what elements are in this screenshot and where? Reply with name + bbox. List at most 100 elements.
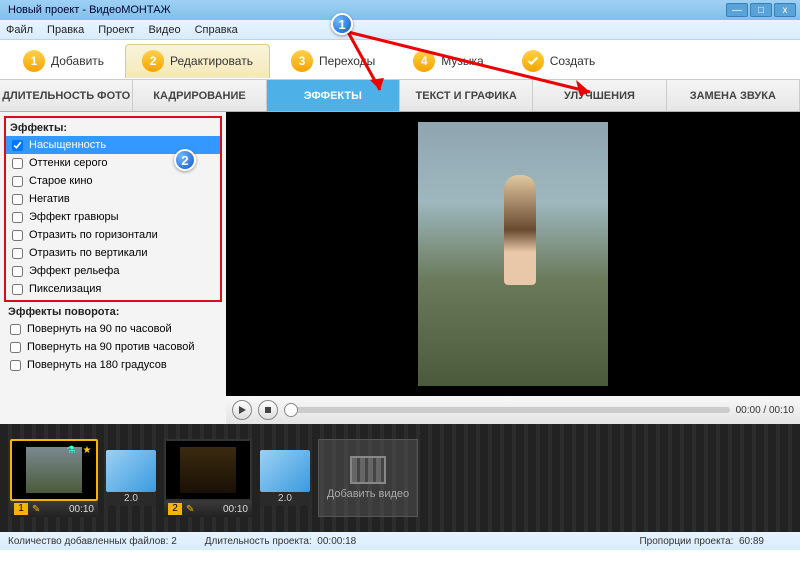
timeline-clip-2[interactable]: 2 ✎ 00:10 (164, 439, 252, 517)
play-button[interactable] (232, 400, 252, 420)
add-video-label: Добавить видео (327, 488, 409, 500)
effect-checkbox[interactable] (12, 266, 23, 277)
effect-checkbox[interactable] (12, 158, 23, 169)
effects-box: Эффекты: Насыщенность Оттенки серого Ста… (4, 116, 222, 302)
rotation-item-90cw[interactable]: Повернуть на 90 по часовой (4, 320, 222, 338)
add-video-button[interactable]: Добавить видео (318, 439, 418, 517)
rotation-item-180[interactable]: Повернуть на 180 градусов (4, 356, 222, 374)
tab-music-label: Музыка (441, 54, 483, 68)
tab-edit[interactable]: 2 Редактировать (125, 44, 270, 78)
clip-index: 2 (168, 503, 182, 515)
rotation-checkbox[interactable] (10, 360, 21, 371)
menu-help[interactable]: Справка (195, 24, 238, 36)
timeline-transition-1[interactable]: 2.0 (106, 450, 156, 506)
effect-item-flipv[interactable]: Отразить по вертикали (6, 244, 220, 262)
step3-icon: 3 (291, 50, 313, 72)
tab-add[interactable]: 1 Добавить (6, 44, 121, 78)
timeline-clip-1[interactable]: ⚗★ 1 ✎ 00:10 (10, 439, 98, 517)
sub-tabs: ДЛИТЕЛЬНОСТЬ ФОТО КАДРИРОВАНИЕ ЭФФЕКТЫ Т… (0, 80, 800, 112)
clip-thumbnail[interactable] (164, 439, 252, 501)
step4-icon: 4 (413, 50, 435, 72)
seek-slider[interactable] (284, 407, 730, 413)
tab-create[interactable]: Создать (505, 44, 613, 78)
timeline-transition-2[interactable]: 2.0 (260, 450, 310, 506)
effect-item-negative[interactable]: Негатив (6, 190, 220, 208)
menu-video[interactable]: Видео (148, 24, 180, 36)
clip-infobar: 1 ✎ 00:10 (10, 501, 98, 517)
effect-item-engraving[interactable]: Эффект гравюры (6, 208, 220, 226)
effect-label: Эффект гравюры (29, 211, 119, 223)
effect-label: Старое кино (29, 175, 93, 187)
subtab-crop[interactable]: КАДРИРОВАНИЕ (133, 80, 266, 111)
effect-item-oldfilm[interactable]: Старое кино (6, 172, 220, 190)
status-files: Количество добавленных файлов: 2 (8, 536, 177, 547)
tab-add-label: Добавить (51, 54, 104, 68)
subtab-effects[interactable]: ЭФФЕКТЫ (267, 80, 400, 111)
rotation-checkbox[interactable] (10, 342, 21, 353)
rotation-title: Эффекты поворота: (4, 304, 222, 320)
clip-badges: ⚗★ (64, 443, 94, 457)
star-icon: ★ (80, 443, 94, 457)
pencil-icon[interactable]: ✎ (32, 504, 40, 515)
flask-icon: ⚗ (64, 443, 78, 457)
maximize-button[interactable]: □ (750, 3, 772, 17)
subtab-text[interactable]: ТЕКСТ И ГРАФИКА (400, 80, 533, 111)
pencil-icon[interactable]: ✎ (186, 504, 194, 515)
close-button[interactable]: x (774, 3, 796, 17)
tab-music[interactable]: 4 Музыка (396, 44, 500, 78)
preview-image (418, 122, 608, 386)
effect-item-pixel[interactable]: Пикселизация (6, 280, 220, 298)
window-title: Новый проект - ВидеоМОНТАЖ (4, 4, 724, 16)
effects-title: Эффекты: (6, 120, 220, 136)
transition-thumb (106, 450, 156, 492)
status-ratio: Пропорции проекта: 60:89 (639, 536, 764, 547)
filmstrip-icon (350, 456, 386, 484)
callout-2: 2 (174, 149, 196, 171)
effect-checkbox[interactable] (12, 284, 23, 295)
player-controls: 00:00 / 00:10 (226, 396, 800, 424)
effect-checkbox[interactable] (12, 212, 23, 223)
rotation-list: Повернуть на 90 по часовой Повернуть на … (4, 320, 222, 374)
rotation-label: Повернуть на 180 градусов (27, 359, 167, 371)
effect-label: Оттенки серого (29, 157, 107, 169)
clip-duration: 00:10 (223, 504, 248, 515)
preview-viewport (226, 112, 800, 396)
tab-transitions[interactable]: 3 Переходы (274, 44, 392, 78)
clip-thumbnail[interactable]: ⚗★ (10, 439, 98, 501)
effect-checkbox[interactable] (12, 140, 23, 151)
effect-label: Отразить по вертикали (29, 247, 147, 259)
clip-duration: 00:10 (69, 504, 94, 515)
status-duration: Длительность проекта: 00:00:18 (205, 536, 356, 547)
subtab-enhance[interactable]: УЛУЧШЕНИЯ (533, 80, 666, 111)
callout-1: 1 (331, 13, 353, 35)
subtab-audio[interactable]: ЗАМЕНА ЗВУКА (667, 80, 800, 111)
workarea: Эффекты: Насыщенность Оттенки серого Ста… (0, 112, 800, 424)
checkmark-icon (522, 50, 544, 72)
stop-button[interactable] (258, 400, 278, 420)
menu-project[interactable]: Проект (98, 24, 134, 36)
main-tabs: 1 Добавить 2 Редактировать 3 Переходы 4 … (0, 40, 800, 80)
menu-edit[interactable]: Правка (47, 24, 84, 36)
clip-index: 1 (14, 503, 28, 515)
effect-checkbox[interactable] (12, 176, 23, 187)
effect-item-relief[interactable]: Эффект рельефа (6, 262, 220, 280)
subtab-duration[interactable]: ДЛИТЕЛЬНОСТЬ ФОТО (0, 80, 133, 111)
rotation-checkbox[interactable] (10, 324, 21, 335)
effect-checkbox[interactable] (12, 194, 23, 205)
clip-infobar: 2 ✎ 00:10 (164, 501, 252, 517)
tab-create-label: Создать (550, 54, 596, 68)
effect-label: Негатив (29, 193, 70, 205)
timeline[interactable]: ⚗★ 1 ✎ 00:10 2.0 2 ✎ 00:10 2.0 Добавить … (0, 424, 800, 532)
seek-knob[interactable] (284, 403, 298, 417)
effect-item-fliph[interactable]: Отразить по горизонтали (6, 226, 220, 244)
player-time: 00:00 / 00:10 (736, 405, 794, 416)
transition-duration: 2.0 (106, 492, 156, 506)
rotation-item-90ccw[interactable]: Повернуть на 90 против часовой (4, 338, 222, 356)
effect-checkbox[interactable] (12, 248, 23, 259)
minimize-button[interactable]: — (726, 3, 748, 17)
rotation-label: Повернуть на 90 против часовой (27, 341, 195, 353)
menu-file[interactable]: Файл (6, 24, 33, 36)
tab-edit-label: Редактировать (170, 54, 253, 68)
effect-checkbox[interactable] (12, 230, 23, 241)
transition-thumb (260, 450, 310, 492)
